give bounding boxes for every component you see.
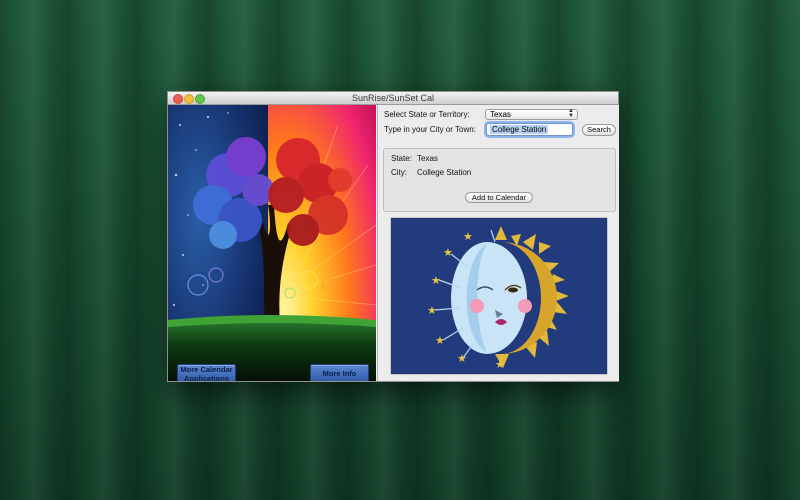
form-panel: Select State or Territory: Texas ▲ ▼ Type… xyxy=(377,105,619,381)
state-select[interactable]: Texas ▲ ▼ xyxy=(485,108,578,120)
city-input[interactable]: College Station xyxy=(486,123,573,136)
app-window: SunRise/SunSet Cal More Calendar Applica… xyxy=(167,91,619,382)
more-calendar-applications-button[interactable]: More Calendar Applications xyxy=(177,364,236,381)
svg-text:★: ★ xyxy=(457,352,467,365)
svg-text:★: ★ xyxy=(463,230,473,243)
add-to-calendar-button[interactable]: Add to Calendar xyxy=(465,192,533,203)
state-select-label: Select State or Territory: xyxy=(384,110,470,119)
window-title: SunRise/SunSet Cal xyxy=(351,93,435,103)
day-night-tree-image xyxy=(168,105,376,381)
svg-text:★: ★ xyxy=(495,358,505,371)
state-select-value: Texas xyxy=(490,110,511,119)
svg-text:★: ★ xyxy=(431,274,441,287)
city-input-value: College Station xyxy=(490,125,549,134)
more-info-button[interactable]: More Info xyxy=(310,364,369,381)
result-state-key: State: xyxy=(391,154,412,163)
result-box: State: Texas City: College Station Add t… xyxy=(383,148,616,212)
svg-text:★: ★ xyxy=(443,246,453,259)
svg-text:★: ★ xyxy=(435,334,445,347)
result-city-key: City: xyxy=(391,168,407,177)
svg-text:★: ★ xyxy=(427,304,437,317)
search-button[interactable]: Search xyxy=(582,124,616,136)
result-state-value: Texas xyxy=(417,154,438,163)
tree-artwork-panel: More Calendar Applications More Info xyxy=(168,105,376,381)
city-input-label: Type in your City or Town: xyxy=(384,125,476,134)
sun-moon-icon: ★ ★ ★ ★ ★ ★ ★ xyxy=(427,226,569,371)
select-arrows-icon: ▲ ▼ xyxy=(568,108,574,119)
result-city-value: College Station xyxy=(417,168,472,177)
title-bar[interactable]: SunRise/SunSet Cal xyxy=(168,92,618,105)
sun-moon-image: ★ ★ ★ ★ ★ ★ ★ xyxy=(390,217,608,375)
